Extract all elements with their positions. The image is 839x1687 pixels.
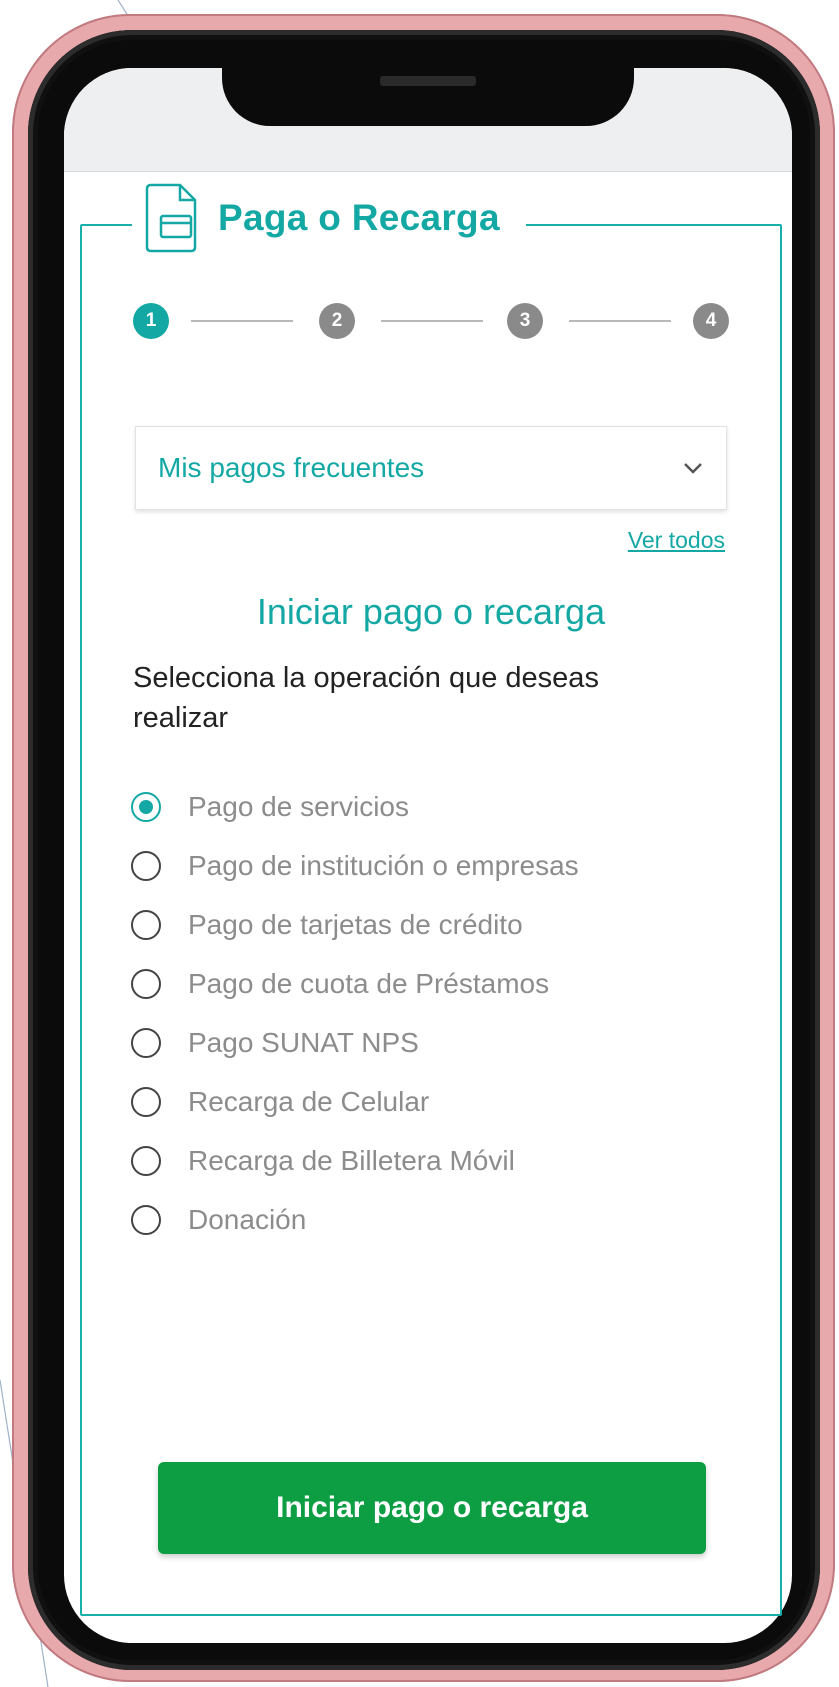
payment-card-document-icon bbox=[145, 183, 197, 253]
dropdown-selected-value: Mis pagos frecuentes bbox=[158, 452, 425, 483]
option-label: Recarga de Celular bbox=[188, 1085, 430, 1117]
option-label: Pago de cuota de Préstamos bbox=[188, 967, 550, 999]
option-donacion[interactable]: Donación bbox=[131, 1190, 731, 1249]
step-indicator-1: 1 bbox=[133, 303, 169, 339]
radio-button[interactable] bbox=[131, 968, 161, 999]
option-pago-sunat[interactable]: Pago SUNAT NPS bbox=[131, 1013, 731, 1072]
option-label: Pago SUNAT NPS bbox=[188, 1026, 419, 1058]
option-label: Pago de servicios bbox=[188, 790, 410, 822]
phone-speaker bbox=[380, 76, 476, 86]
option-pago-institucion[interactable]: Pago de institución o empresas bbox=[131, 836, 731, 895]
page-header: Paga o Recarga bbox=[132, 183, 526, 253]
section-title: Iniciar pago o recarga bbox=[256, 591, 606, 632]
option-recarga-celular[interactable]: Recarga de Celular bbox=[131, 1072, 731, 1131]
option-label: Pago de institución o empresas bbox=[188, 849, 579, 881]
instruction-text: Selecciona la operación que deseas reali… bbox=[133, 662, 599, 734]
option-pago-servicios[interactable]: Pago de servicios bbox=[131, 777, 731, 836]
radio-button[interactable] bbox=[131, 850, 161, 881]
step-indicator-3: 3 bbox=[507, 303, 543, 339]
option-label: Recarga de Billetera Móvil bbox=[188, 1144, 515, 1176]
step-connector bbox=[381, 320, 483, 322]
option-label: Pago de tarjetas de crédito bbox=[188, 908, 523, 940]
step-indicator-4: 4 bbox=[693, 303, 729, 339]
page-title: Paga o Recarga bbox=[218, 197, 500, 238]
start-payment-button[interactable]: Iniciar pago o recarga bbox=[158, 1462, 706, 1554]
operation-radio-group: Pago de servicios Pago de institución o … bbox=[131, 777, 731, 1249]
step-connector bbox=[569, 320, 671, 322]
radio-button[interactable] bbox=[131, 1027, 161, 1058]
radio-button[interactable] bbox=[131, 909, 161, 940]
option-pago-prestamos[interactable]: Pago de cuota de Préstamos bbox=[131, 954, 731, 1013]
see-all-link[interactable]: Ver todos bbox=[628, 527, 725, 554]
radio-dot bbox=[139, 799, 153, 814]
option-pago-tarjetas[interactable]: Pago de tarjetas de crédito bbox=[131, 895, 731, 954]
radio-button[interactable] bbox=[131, 1086, 161, 1117]
frequent-payments-dropdown[interactable]: Mis pagos frecuentes bbox=[135, 426, 727, 510]
radio-button[interactable] bbox=[131, 1145, 161, 1176]
progress-stepper: 1 2 3 4 bbox=[133, 303, 729, 339]
option-label: Donación bbox=[188, 1203, 307, 1235]
radio-button[interactable] bbox=[131, 1204, 161, 1235]
option-recarga-billetera[interactable]: Recarga de Billetera Móvil bbox=[131, 1131, 731, 1190]
radio-button-selected[interactable] bbox=[131, 791, 161, 822]
chevron-down-icon bbox=[684, 463, 702, 474]
step-connector bbox=[191, 320, 293, 322]
step-indicator-2: 2 bbox=[319, 303, 355, 339]
